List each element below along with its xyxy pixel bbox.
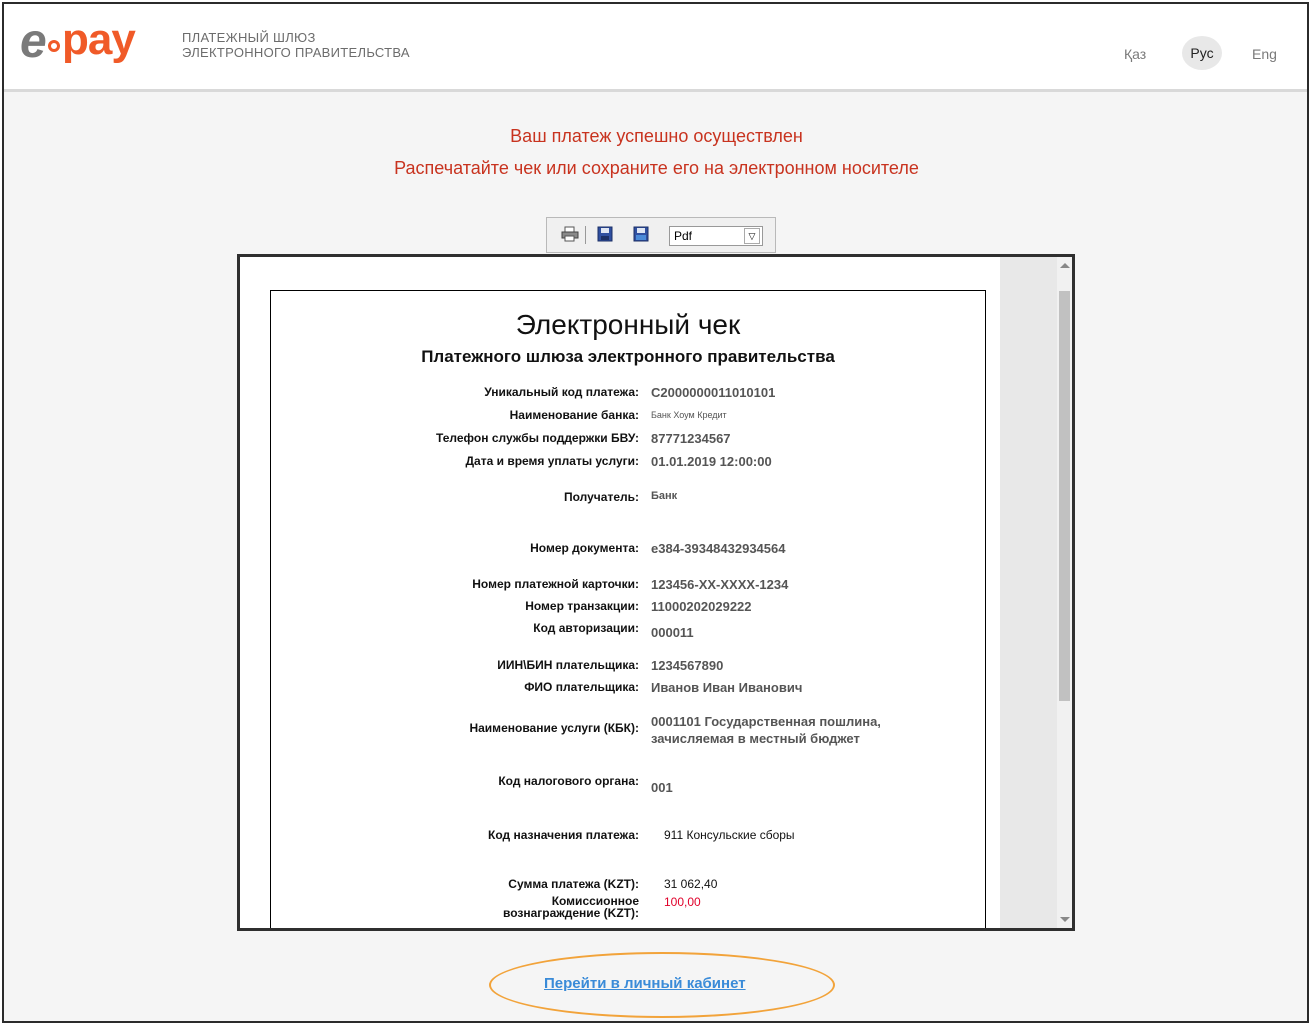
viewer-scrollbar[interactable] [1057,257,1072,928]
logo-dot [48,40,60,52]
save-icon[interactable] [597,226,613,242]
logo-e: e [20,15,47,68]
field-value: 1234567890 [651,658,724,673]
report-toolbar: Pdf ▽ [546,217,776,253]
field-value: C2000000011010101 [651,385,776,400]
field-value: Иванов Иван Иванович [651,680,803,695]
lang-rus-link[interactable]: Рус [1182,36,1222,70]
field-label: Код налогового органа: [498,774,639,788]
logo-pay: pay [62,15,136,64]
scroll-down-icon[interactable] [1060,917,1070,922]
field-value: 31 062,40 [664,877,718,891]
field-label: Сумма платежа (KZT): [508,877,639,891]
export-format-value: Pdf [674,229,693,243]
field-value: 911 Консульские сборы [664,828,795,842]
field-label: Наименование банка: [509,408,639,422]
field-label-line2: вознаграждение (KZT): [502,906,639,920]
field-label: Код назначения платежа: [488,828,639,842]
receipt-title: Электронный чек [515,309,741,340]
page-frame: e pay ПЛАТЕЖНЫЙ ШЛЮЗ ЭЛЕКТРОННОГО ПРАВИТ… [2,2,1309,1023]
field-label: Номер транзакции: [525,599,639,613]
field-label: ФИО плательщика: [524,680,639,694]
field-label: Уникальный код платежа: [484,385,639,399]
field-label: ИИН\БИН плательщика: [497,658,639,672]
print-icon[interactable] [561,226,579,242]
field-label: Телефон службы поддержки БВУ: [436,431,639,445]
lang-kaz-link[interactable]: Қаз [1124,46,1146,62]
field-label: Код авторизации: [533,621,639,635]
export-format-select[interactable]: Pdf ▽ [669,226,763,246]
success-message: Ваш платеж успешно осуществлен [510,126,803,146]
field-value: 0001101 Государственная пошлина, зачисля… [651,714,881,746]
receipt-viewer[interactable]: Электронный чек Платежного шлюза электро… [237,254,1075,931]
field-value: 87771234567 [651,431,731,446]
field-value: 123456-XX-XXXX-1234 [651,577,789,592]
chevron-down-icon[interactable]: ▽ [744,228,760,244]
logo-subtitle-line1: ПЛАТЕЖНЫЙ ШЛЮЗ [182,30,316,45]
field-label: Дата и время уплаты услуги: [465,454,640,468]
field-value: 000011 [651,625,694,640]
field-value: Банк Хоум Кредит [651,410,727,420]
receipt-box: Электронный чек Платежного шлюза электро… [270,290,986,928]
field-value: Банк [651,490,678,502]
scrollbar-thumb[interactable] [1059,291,1070,701]
field-label: Комиссионное вознаграждение (KZT): [503,895,639,919]
personal-cabinet-link[interactable]: Перейти в личный кабинет [544,975,746,992]
field-label: Наименование услуги (КБК): [469,721,639,735]
field-label: Номер платежной карточки: [472,577,639,591]
logo-subtitle-line2: ЭЛЕКТРОННОГО ПРАВИТЕЛЬСТВА [182,45,410,60]
lang-eng-link[interactable]: Eng [1252,46,1277,62]
header: e pay ПЛАТЕЖНЫЙ ШЛЮЗ ЭЛЕКТРОННОГО ПРАВИТ… [4,4,1307,92]
print-instruction: Распечатайте чек или сохраните его на эл… [394,158,919,178]
field-label: Номер документа: [530,541,639,555]
save-as-icon[interactable] [633,226,649,242]
commission-value: 100,00 [664,895,701,909]
logo-subtitle: ПЛАТЕЖНЫЙ ШЛЮЗ ЭЛЕКТРОННОГО ПРАВИТЕЛЬСТВ… [182,30,410,60]
receipt-page: Электронный чек Платежного шлюза электро… [240,257,1000,928]
scroll-up-icon[interactable] [1060,263,1070,268]
field-value: e384-39348432934564 [651,541,786,556]
field-value: 11000202029222 [651,599,752,614]
field-label: Получатель: [564,490,639,504]
field-value: 01.01.2019 12:00:00 [651,454,772,469]
toolbar-separator [585,226,586,244]
receipt-subtitle: Платежного шлюза электронного правительс… [421,347,835,366]
field-value: 001 [651,780,673,795]
